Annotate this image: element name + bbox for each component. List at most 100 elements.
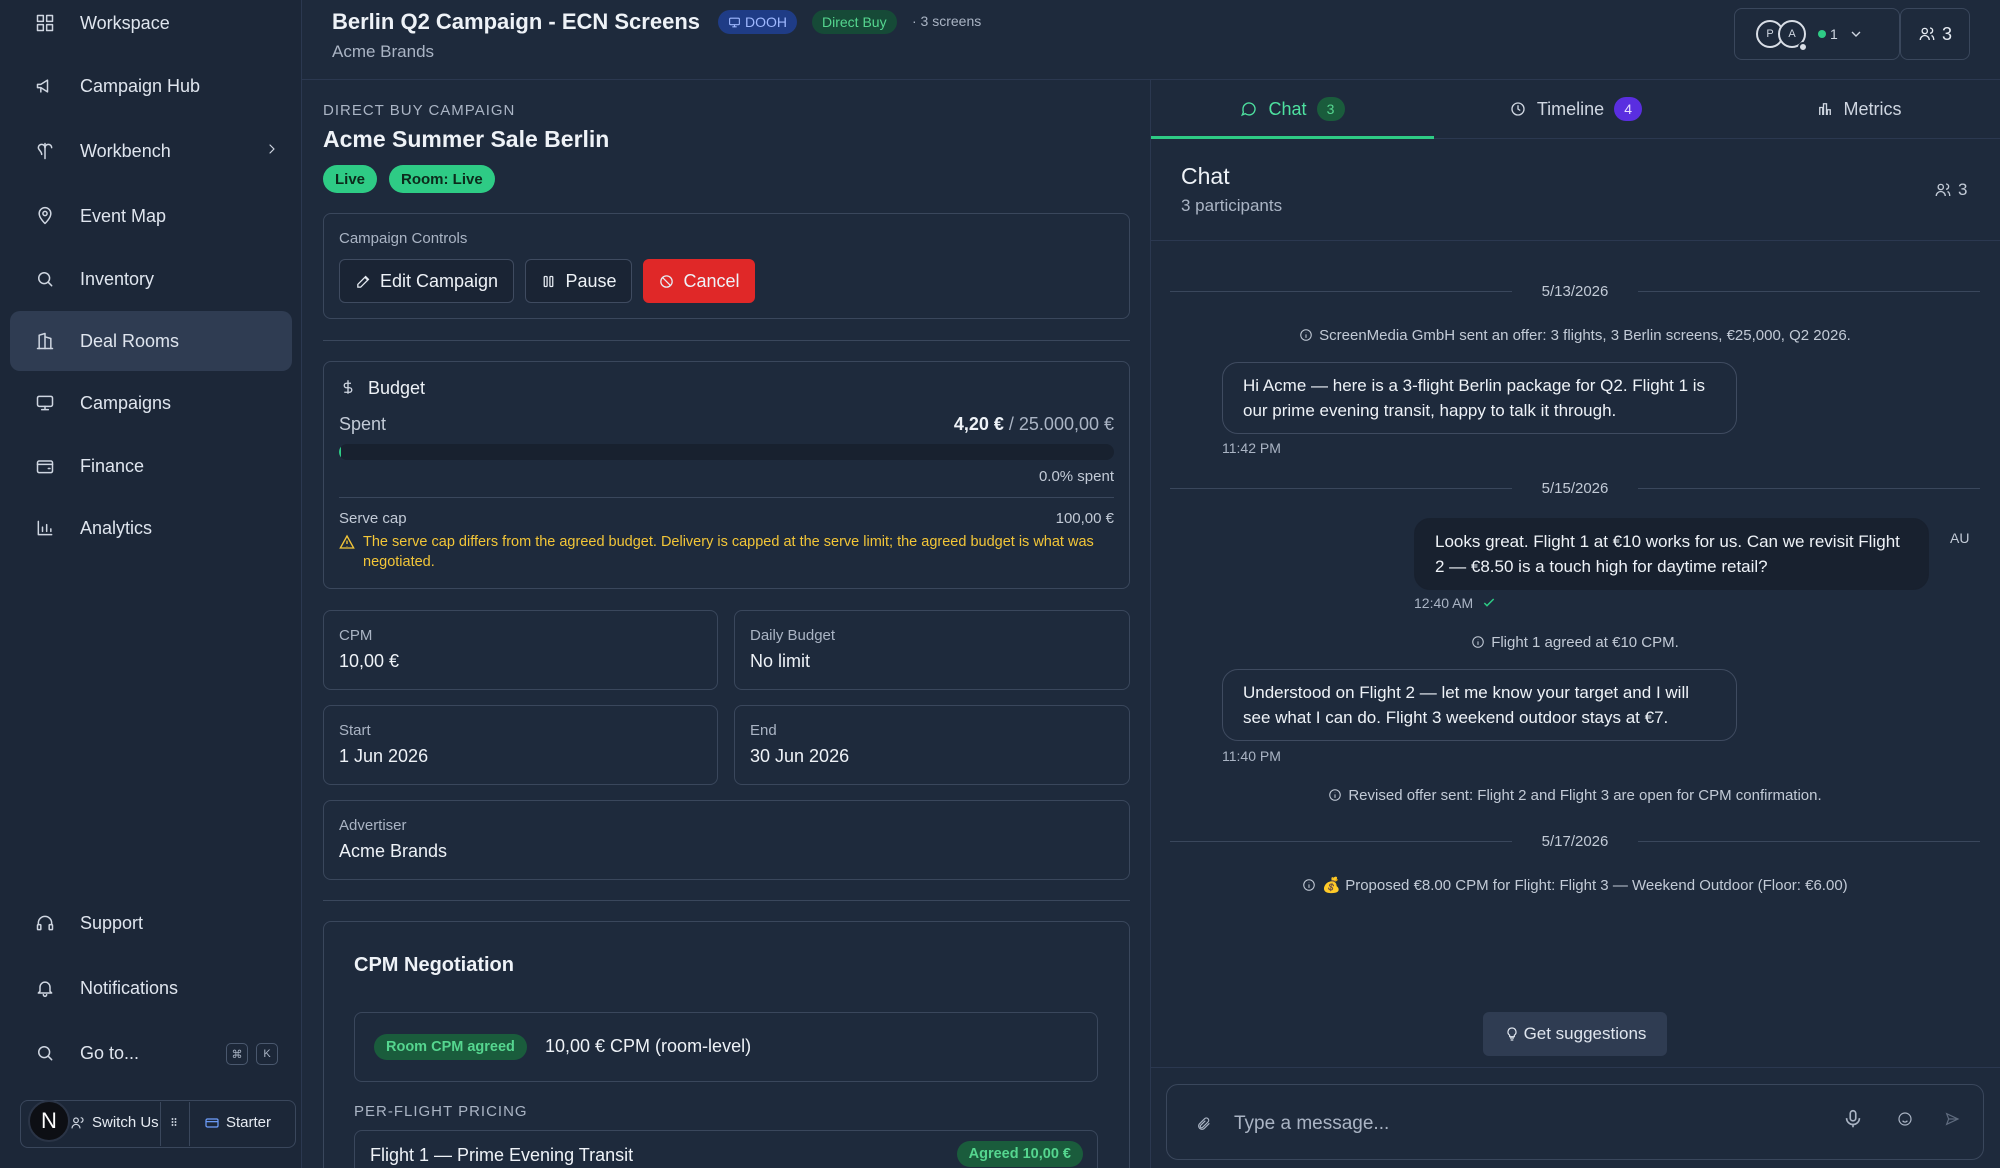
tab-label: Metrics [1843, 98, 1902, 119]
negotiation-title: CPM Negotiation [354, 954, 514, 976]
serve-cap-label: Serve cap [339, 510, 407, 527]
direct-buy-badge: Direct Buy [812, 10, 897, 34]
get-suggestions-button[interactable]: Get suggestions [1483, 1012, 1667, 1056]
budget-title: Budget [368, 378, 426, 398]
cpm-label: CPM [339, 627, 373, 644]
plan-label: Starter [226, 1114, 272, 1131]
switch-user-label: Switch Us [92, 1114, 159, 1131]
advertiser-card [323, 800, 1130, 880]
chat-participant-count: 3 [1934, 180, 1967, 200]
tab-metrics[interactable]: Metrics [1717, 80, 2000, 138]
participants-button[interactable]: 3 [1900, 8, 1970, 60]
pause-button[interactable]: Pause [525, 259, 632, 303]
sidebar-item-label: Campaign Hub [80, 75, 201, 96]
author-initials: AU [1950, 530, 1970, 546]
sidebar-item-deal-rooms[interactable]: Deal Rooms [10, 311, 292, 371]
chat-message: Hi Acme — here is a 3-flight Berlin pack… [1222, 362, 1737, 434]
advertiser-label: Advertiser [339, 817, 407, 834]
message-time: 12:40 AM [1414, 595, 1474, 611]
advertiser-value: Acme Brands [339, 841, 448, 861]
budget-progress-bar [339, 444, 1114, 460]
start-value: 1 Jun 2026 [339, 746, 429, 766]
paperclip-icon[interactable] [1196, 1116, 1212, 1137]
monitor-icon [729, 17, 740, 27]
cancel-button[interactable]: Cancel [643, 259, 755, 303]
plan-badge[interactable]: Starter [204, 1114, 271, 1131]
pause-label: Pause [565, 270, 617, 291]
users-icon [71, 1116, 84, 1128]
sidebar-item-event-map[interactable]: Event Map [10, 186, 292, 246]
drag-handle-icon[interactable] [168, 1114, 180, 1130]
start-label: Start [339, 722, 371, 739]
microphone-icon[interactable] [1842, 1108, 1864, 1135]
divider [323, 900, 1130, 901]
chat-participants: 3 participants [1181, 196, 1283, 215]
deal-room-icon [34, 330, 56, 352]
message-input[interactable] [1234, 1110, 1774, 1138]
chevron-down-icon [1848, 26, 1864, 47]
message-time: 11:40 PM [1222, 748, 1281, 764]
send-icon[interactable] [1944, 1111, 1960, 1132]
divider [323, 340, 1130, 341]
info-icon [1329, 789, 1342, 801]
pencil-icon [357, 275, 370, 288]
edit-label: Edit Campaign [379, 270, 499, 291]
count: 3 [1958, 180, 1968, 199]
date-label: 5/15/2026 [1541, 479, 1609, 497]
page-title: Berlin Q2 Campaign - ECN Screens [332, 9, 700, 34]
chat-icon [1241, 102, 1257, 117]
room-cpm-value: 10,00 € CPM (room-level) [545, 1036, 752, 1056]
room-cpm-agreed-badge: Room CPM agreed [374, 1034, 527, 1060]
daily-budget-card [734, 610, 1130, 690]
system-text: Revised offer sent: Flight 2 and Flight … [1348, 787, 1822, 804]
sidebar-item-label: Workspace [80, 12, 170, 33]
warning-text: The serve cap differs from the agreed bu… [363, 534, 1094, 570]
switch-user-button[interactable]: Switch Us [70, 1114, 159, 1131]
divider [189, 1102, 190, 1146]
sidebar-item-campaigns[interactable]: Campaigns [10, 373, 292, 433]
headset-icon [34, 912, 56, 934]
check-icon [1483, 598, 1495, 607]
status-badge: Live [323, 165, 378, 193]
monitor-icon [34, 392, 56, 414]
sidebar-item-campaign-hub[interactable]: Campaign Hub [10, 56, 292, 116]
sidebar-item-finance[interactable]: Finance [10, 436, 292, 496]
info-icon [1472, 636, 1484, 648]
emoji-icon[interactable] [1897, 1111, 1913, 1132]
sidebar-item-label: Finance [80, 455, 145, 476]
chat-title: Chat [1181, 163, 1230, 189]
warning-icon [339, 534, 355, 549]
divider [1151, 240, 2000, 241]
info-icon [1303, 879, 1316, 891]
date-separator: 5/13/2026 [1170, 281, 1981, 301]
sidebar-item-label: Analytics [80, 517, 153, 538]
daily-budget-label: Daily Budget [750, 627, 836, 644]
sidebar-item-goto[interactable]: Go to... ⌘ K [10, 1023, 292, 1083]
sidebar-item-analytics[interactable]: Analytics [10, 498, 292, 558]
grid-icon [34, 12, 56, 34]
end-label: End [750, 722, 777, 739]
message-meta: 12:40 AM [1414, 595, 1497, 611]
tab-timeline[interactable]: Timeline 4 [1434, 80, 1717, 138]
sidebar-item-label: Go to... [80, 1042, 140, 1063]
date-label: 5/17/2026 [1541, 832, 1609, 850]
spent-value: 4,20 € [953, 414, 1004, 434]
sidebar-item-notifications[interactable]: Notifications [10, 958, 292, 1018]
users-icon [1935, 183, 1951, 197]
wallet-icon [34, 455, 56, 477]
user-avatar[interactable]: N [28, 1100, 70, 1142]
edit-campaign-button[interactable]: Edit Campaign [339, 259, 514, 303]
sidebar-item-label: Support [80, 912, 144, 933]
sidebar-item-workbench[interactable]: Workbench [10, 121, 292, 181]
advertiser-subtitle: Acme Brands [332, 42, 435, 61]
tab-chat[interactable]: Chat 3 [1151, 80, 1434, 138]
chat-message-own: Looks great. Flight 1 at €10 works for u… [1414, 518, 1929, 590]
online-dot [1798, 42, 1808, 52]
participants-count: 3 [1941, 23, 1952, 44]
sidebar-item-inventory[interactable]: Inventory [10, 249, 292, 309]
percent-spent: 0.0% spent [1038, 468, 1114, 485]
online-indicator [1818, 30, 1826, 38]
sidebar-item-support[interactable]: Support [10, 893, 292, 953]
sidebar-item-workspace[interactable]: Workspace [10, 0, 292, 53]
flight-status-badge: Agreed 10,00 € [956, 1141, 1083, 1167]
